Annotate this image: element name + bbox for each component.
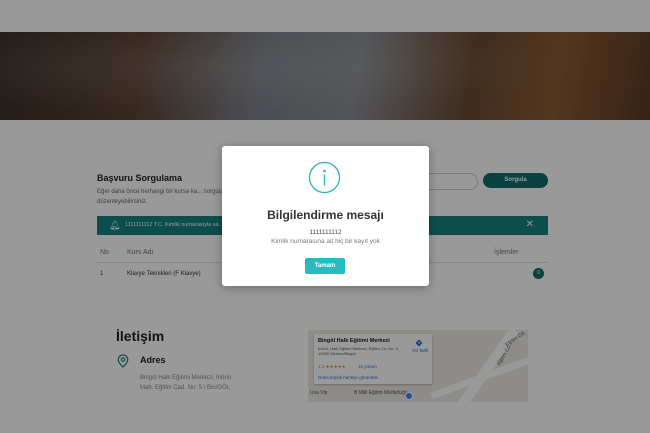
info-modal: Bilgilendirme mesajı 1111111112 Kimlik n… bbox=[222, 146, 429, 286]
modal-title: Bilgilendirme mesajı bbox=[267, 208, 384, 222]
modal-number: 1111111112 bbox=[309, 229, 342, 236]
info-icon bbox=[308, 161, 341, 194]
ok-button[interactable]: Tamam bbox=[305, 258, 345, 274]
modal-message: Kimlik numarasına ait hiç bir kayıt yok bbox=[271, 238, 380, 245]
